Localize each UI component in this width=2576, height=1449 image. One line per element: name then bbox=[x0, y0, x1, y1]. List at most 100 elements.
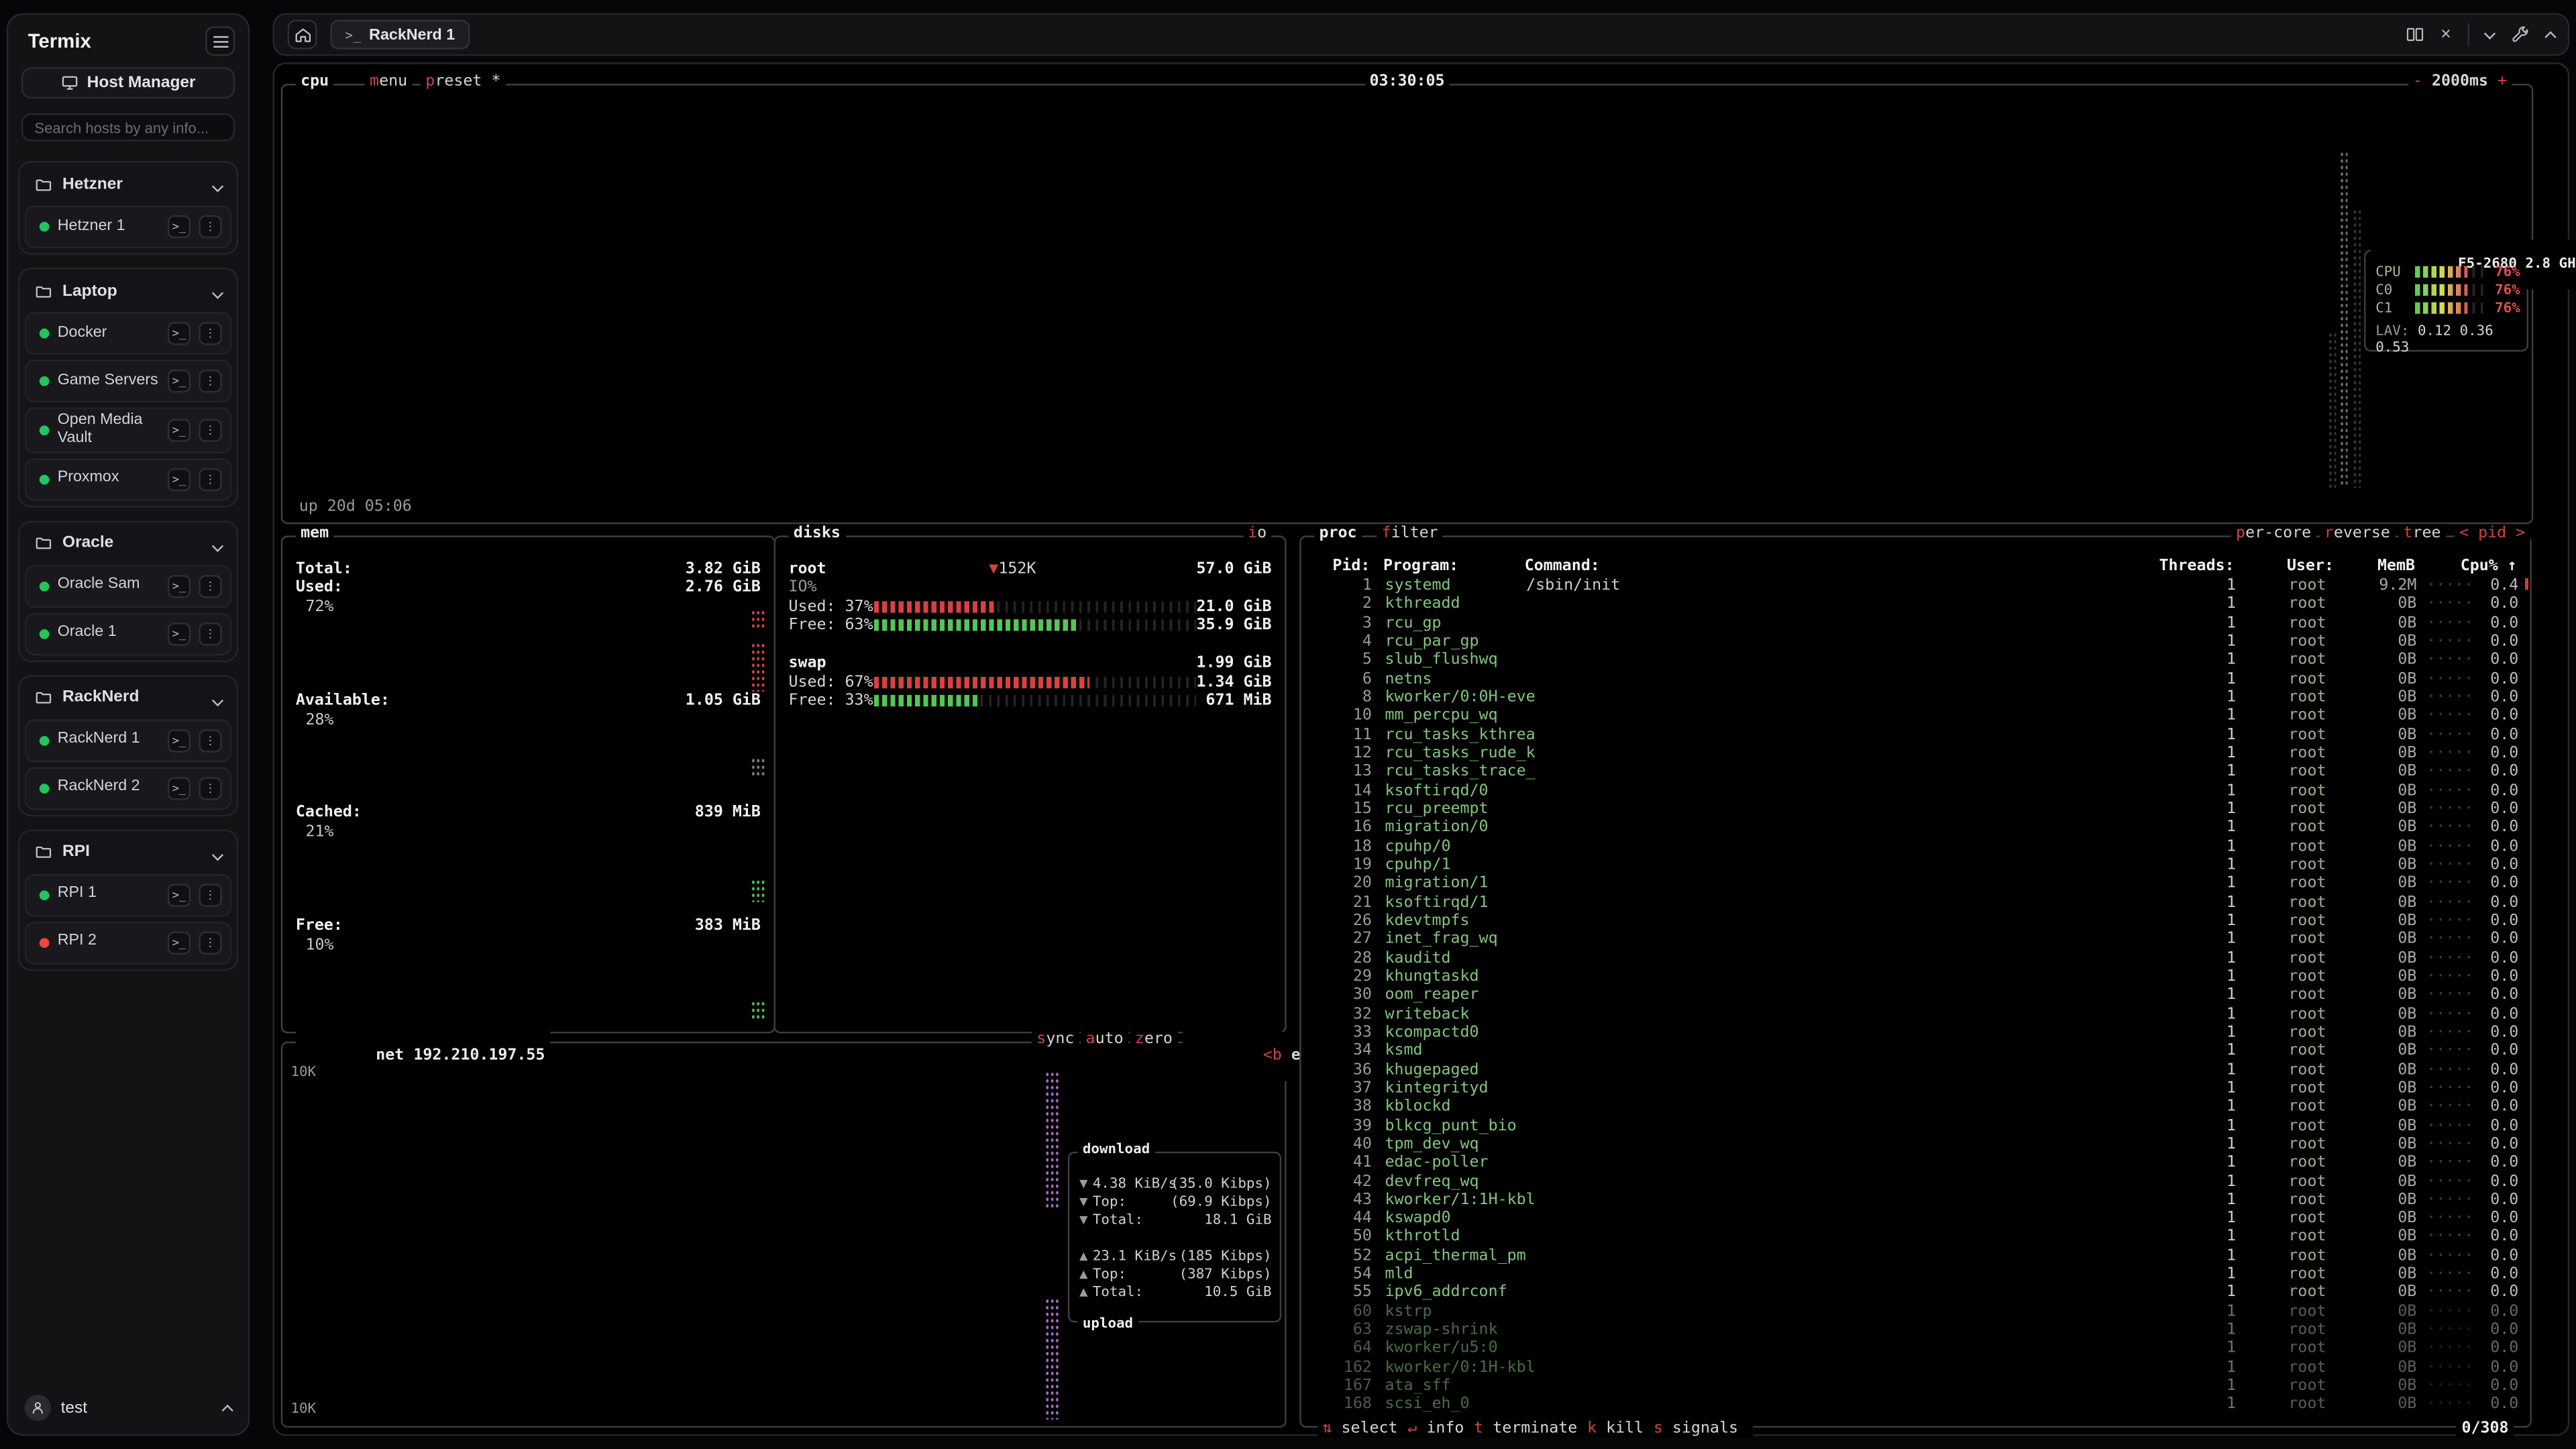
col-command[interactable]: Command: bbox=[1525, 559, 1600, 575]
process-row[interactable]: 15rcu_preempt1root0B·····0.0 bbox=[1303, 802, 2528, 820]
net-toggle-auto[interactable]: auto bbox=[1081, 1030, 1128, 1049]
process-row[interactable]: 41edac-poller1root0B·····0.0 bbox=[1303, 1155, 2528, 1174]
host-item[interactable]: Docker>_⋮ bbox=[25, 312, 232, 355]
host-menu-button[interactable]: ⋮ bbox=[199, 729, 221, 752]
process-row[interactable]: 8kworker/0:0H-eve1root0B·····0.0 bbox=[1303, 690, 2528, 708]
process-row[interactable]: 39blkcg_punt_bio1root0B·····0.0 bbox=[1303, 1118, 2528, 1137]
process-row[interactable]: 52acpi_thermal_pm1root0B·····0.0 bbox=[1303, 1248, 2528, 1267]
footer-key-info[interactable]: ↵ info bbox=[1407, 1419, 1464, 1438]
process-row[interactable]: 37kintegrityd1root0B·····0.0 bbox=[1303, 1081, 2528, 1099]
process-row[interactable]: 20migration/11root0B·····0.0 bbox=[1303, 876, 2528, 895]
host-menu-button[interactable]: ⋮ bbox=[199, 883, 221, 906]
host-group-header[interactable]: Oracle bbox=[25, 527, 232, 560]
proc-option-reverse[interactable]: reverse bbox=[2319, 524, 2395, 542]
connect-terminal-button[interactable]: >_ bbox=[168, 215, 191, 238]
host-item[interactable]: Proxmox>_⋮ bbox=[25, 458, 232, 501]
host-group-header[interactable]: RackNerd bbox=[25, 682, 232, 714]
connect-terminal-button[interactable]: >_ bbox=[168, 729, 191, 752]
col-cpu[interactable]: Cpu% ↑ bbox=[2448, 559, 2517, 575]
host-item[interactable]: Hetzner 1>_⋮ bbox=[25, 205, 232, 248]
col-user[interactable]: User: bbox=[2287, 559, 2334, 575]
process-row[interactable]: 38kblockd1root0B·····0.0 bbox=[1303, 1099, 2528, 1118]
process-row[interactable]: 13rcu_tasks_trace_1root0B·····0.0 bbox=[1303, 764, 2528, 783]
process-row[interactable]: 12rcu_tasks_rude_k1root0B·····0.0 bbox=[1303, 746, 2528, 765]
connect-terminal-button[interactable]: >_ bbox=[168, 468, 191, 491]
sidebar-menu-button[interactable] bbox=[205, 26, 235, 56]
host-group-header[interactable]: Hetzner bbox=[25, 168, 232, 201]
connect-terminal-button[interactable]: >_ bbox=[168, 623, 191, 645]
process-row[interactable]: 27inet_frag_wq1root0B·····0.0 bbox=[1303, 932, 2528, 951]
net-toggle-zero[interactable]: zero bbox=[1130, 1030, 1177, 1049]
host-item[interactable]: Oracle 1>_⋮ bbox=[25, 612, 232, 655]
process-row[interactable]: 50kthrotld1root0B·····0.0 bbox=[1303, 1230, 2528, 1248]
chevron-down-icon[interactable] bbox=[213, 169, 221, 199]
process-row[interactable]: 34ksmd1root0B·····0.0 bbox=[1303, 1044, 2528, 1063]
chevron-down-icon[interactable] bbox=[213, 276, 221, 305]
process-row[interactable]: 19cpuhp/11root0B·····0.0 bbox=[1303, 857, 2528, 876]
process-row[interactable]: 26kdevtmpfs1root0B·····0.0 bbox=[1303, 913, 2528, 932]
connect-terminal-button[interactable]: >_ bbox=[168, 575, 191, 598]
process-row[interactable]: 42devfreq_wq1root0B·····0.0 bbox=[1303, 1174, 2528, 1193]
col-threads[interactable]: Threads: bbox=[2155, 559, 2235, 575]
process-row[interactable]: 168scsi_eh_01root0B·····0.0 bbox=[1303, 1397, 2528, 1413]
host-menu-button[interactable]: ⋮ bbox=[199, 370, 221, 392]
split-view-icon[interactable] bbox=[2404, 25, 2424, 44]
connect-terminal-button[interactable]: >_ bbox=[168, 322, 191, 345]
process-row[interactable]: 40tpm_dev_wq1root0B·····0.0 bbox=[1303, 1136, 2528, 1155]
process-row[interactable]: 60kstrp1root0B·····0.0 bbox=[1303, 1304, 2528, 1323]
chevron-up-icon[interactable] bbox=[2546, 29, 2555, 40]
wrench-icon[interactable] bbox=[2510, 25, 2530, 44]
col-program[interactable]: Program: bbox=[1383, 559, 1458, 575]
process-row[interactable]: 21ksoftirqd/11root0B·····0.0 bbox=[1303, 895, 2528, 914]
process-row[interactable]: 1systemd/sbin/init1root9.2M·····0.4 bbox=[1303, 578, 2528, 597]
process-row[interactable]: 10mm_percpu_wq1root0B·····0.0 bbox=[1303, 708, 2528, 727]
col-pid[interactable]: Pid: bbox=[1311, 559, 1370, 575]
process-row[interactable]: 162kworker/0:1H-kbl1root0B·····0.0 bbox=[1303, 1360, 2528, 1379]
host-group-header[interactable]: RPI bbox=[25, 836, 232, 869]
process-row[interactable]: 32writeback1root0B·····0.0 bbox=[1303, 1006, 2528, 1025]
preset-button[interactable]: preset * bbox=[421, 74, 506, 90]
process-row[interactable]: 30oom_reaper1root0B·····0.0 bbox=[1303, 987, 2528, 1006]
host-menu-button[interactable]: ⋮ bbox=[199, 777, 221, 800]
col-memb[interactable]: MemB bbox=[2346, 559, 2415, 575]
host-item[interactable]: Oracle Sam>_⋮ bbox=[25, 565, 232, 608]
connect-terminal-button[interactable]: >_ bbox=[168, 931, 191, 954]
process-row[interactable]: 167ata_sff1root0B·····0.0 bbox=[1303, 1379, 2528, 1397]
process-row[interactable]: 2kthreadd1root0B·····0.0 bbox=[1303, 597, 2528, 616]
host-menu-button[interactable]: ⋮ bbox=[199, 468, 221, 491]
filter-button[interactable]: filter bbox=[1377, 526, 1443, 542]
process-row[interactable]: 55ipv6_addrconf1root0B·····0.0 bbox=[1303, 1285, 2528, 1304]
user-menu[interactable]: test bbox=[8, 1385, 248, 1434]
process-row[interactable]: 11rcu_tasks_kthrea1root0B·····0.0 bbox=[1303, 727, 2528, 746]
host-item[interactable]: RackNerd 2>_⋮ bbox=[25, 767, 232, 810]
process-row[interactable]: 44kswapd01root0B·····0.0 bbox=[1303, 1211, 2528, 1230]
process-row[interactable]: 36khugepaged1root0B·····0.0 bbox=[1303, 1062, 2528, 1081]
connect-terminal-button[interactable]: >_ bbox=[168, 883, 191, 906]
net-toggle-sync[interactable]: sync bbox=[1032, 1030, 1079, 1049]
process-list[interactable]: 1systemd/sbin/init1root9.2M·····0.42kthr… bbox=[1303, 578, 2528, 1413]
connect-terminal-button[interactable]: >_ bbox=[168, 777, 191, 800]
process-row[interactable]: 18cpuhp/01root0B·····0.0 bbox=[1303, 839, 2528, 857]
proc-option-tree[interactable]: tree bbox=[2398, 524, 2446, 542]
connect-terminal-button[interactable]: >_ bbox=[168, 370, 191, 392]
process-row[interactable]: 33kcompactd01root0B·····0.0 bbox=[1303, 1025, 2528, 1044]
host-menu-button[interactable]: ⋮ bbox=[199, 419, 221, 441]
footer-key-signals[interactable]: s signals bbox=[1654, 1419, 1738, 1438]
footer-key-kill[interactable]: k kill bbox=[1587, 1419, 1644, 1438]
process-row[interactable]: 14ksoftirqd/01root0B·····0.0 bbox=[1303, 783, 2528, 802]
chevron-down-icon[interactable] bbox=[213, 838, 221, 867]
host-item[interactable]: Game Servers>_⋮ bbox=[25, 360, 232, 402]
host-item[interactable]: RPI 2>_⋮ bbox=[25, 921, 232, 964]
host-menu-button[interactable]: ⋮ bbox=[199, 623, 221, 645]
host-menu-button[interactable]: ⋮ bbox=[199, 322, 221, 345]
chevron-down-icon[interactable] bbox=[2485, 32, 2493, 37]
terminal-view[interactable]: cpu menu preset * 03:30:05 - 2000ms + up… bbox=[273, 62, 2570, 1436]
process-row[interactable]: 64kworker/u5:01root0B·····0.0 bbox=[1303, 1341, 2528, 1360]
chevron-down-icon[interactable] bbox=[213, 529, 221, 558]
process-row[interactable]: 16migration/01root0B·····0.0 bbox=[1303, 820, 2528, 839]
connect-terminal-button[interactable]: >_ bbox=[168, 419, 191, 441]
search-input[interactable] bbox=[21, 113, 235, 142]
process-row[interactable]: 29khungtaskd1root0B·····0.0 bbox=[1303, 969, 2528, 988]
host-item[interactable]: RackNerd 1>_⋮ bbox=[25, 719, 232, 762]
menu-button[interactable]: menu bbox=[365, 74, 413, 90]
